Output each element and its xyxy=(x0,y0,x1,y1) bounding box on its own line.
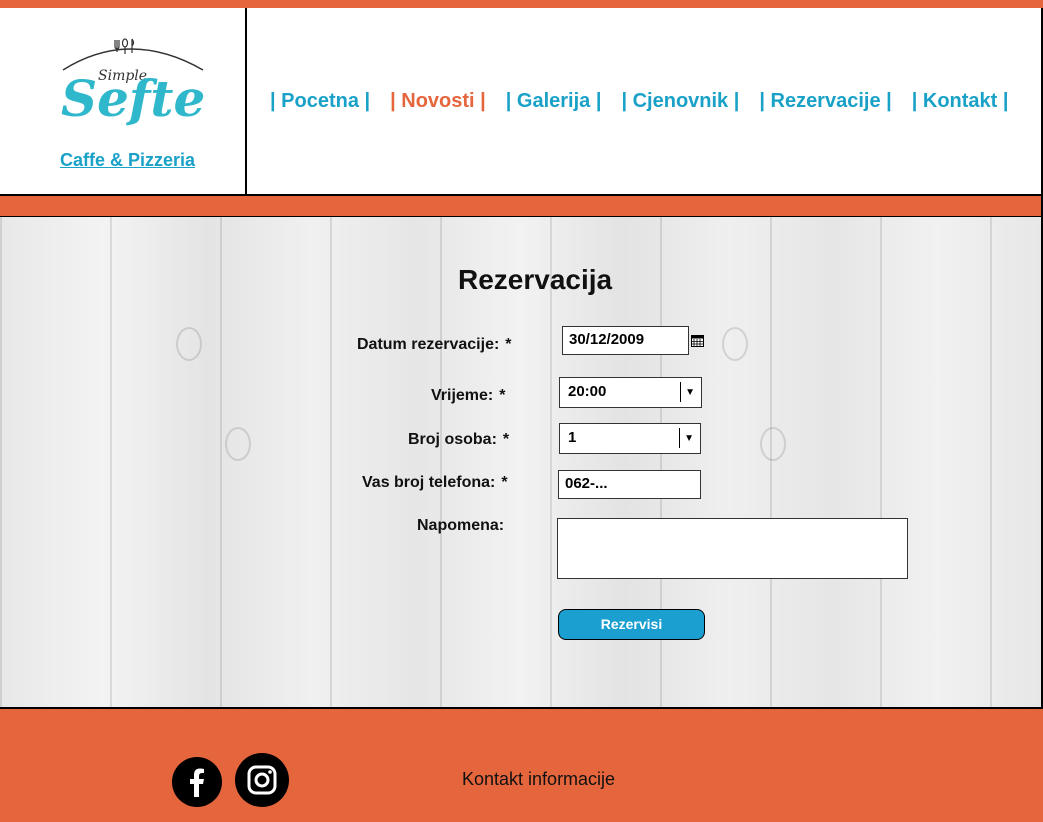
time-select[interactable]: 20:00 ▼ xyxy=(559,377,702,408)
wood-knot xyxy=(176,327,202,361)
main-nav: | Pocetna | | Novosti | | Galerija | | C… xyxy=(270,90,1028,113)
footer: Kontakt informacije xyxy=(0,707,1043,822)
logo-subtitle-link[interactable]: Caffe & Pizzeria xyxy=(0,150,255,171)
phone-field[interactable]: 062-... xyxy=(558,470,701,499)
wood-knot xyxy=(225,427,251,461)
time-label: Vrijeme: * xyxy=(431,387,506,404)
date-field[interactable]: 30/12/2009 xyxy=(562,326,689,355)
logo-box[interactable]: Simple Sefte Caffe & Pizzeria xyxy=(0,8,247,194)
calendar-icon[interactable] xyxy=(691,335,704,347)
nav-item-kontakt[interactable]: | Kontakt | xyxy=(912,90,1009,113)
sefte-logo[interactable]: Simple Sefte xyxy=(55,34,205,134)
date-label: Datum rezervacije: * xyxy=(357,336,512,353)
persons-select[interactable]: 1 ▼ xyxy=(559,423,701,454)
accent-strip xyxy=(0,196,1043,217)
nav-item-pocetna[interactable]: | Pocetna | xyxy=(270,90,370,113)
reserve-button[interactable]: Rezervisi xyxy=(558,609,705,640)
note-textarea[interactable] xyxy=(557,518,908,579)
select-divider xyxy=(680,382,681,402)
reservation-section: Rezervacija Datum rezervacije: * 30/12/20… xyxy=(0,217,1043,707)
logo-script-large: Sefte xyxy=(61,69,205,128)
note-label: Napomena: xyxy=(417,517,505,534)
wood-knot xyxy=(722,327,748,361)
contact-info-link[interactable]: Kontakt informacije xyxy=(462,769,615,790)
chevron-down-icon[interactable]: ▼ xyxy=(685,387,695,398)
form-title: Rezervacija xyxy=(458,264,613,295)
persons-label: Broj osoba: * xyxy=(408,431,510,448)
top-accent-bar xyxy=(0,0,1043,8)
time-select-value: 20:00 xyxy=(568,383,607,400)
nav-item-rezervacije[interactable]: | Rezervacije | xyxy=(759,90,891,113)
header: Simple Sefte Caffe & Pizzeria | Pocetna … xyxy=(0,8,1043,196)
nav-item-galerija[interactable]: | Galerija | xyxy=(506,90,602,113)
instagram-icon xyxy=(247,765,277,795)
persons-select-value: 1 xyxy=(568,429,577,446)
cutlery-icon xyxy=(114,38,135,54)
facebook-icon xyxy=(190,768,204,797)
facebook-button[interactable] xyxy=(172,757,222,807)
chevron-down-icon[interactable]: ▼ xyxy=(684,433,694,444)
instagram-button[interactable] xyxy=(235,753,289,807)
phone-label: Vas broj telefona: * xyxy=(362,474,508,491)
nav-item-cjenovnik[interactable]: | Cjenovnik | xyxy=(621,90,739,113)
select-divider xyxy=(679,428,680,448)
wood-knot xyxy=(760,427,786,461)
nav-item-novosti[interactable]: | Novosti | xyxy=(390,90,486,113)
